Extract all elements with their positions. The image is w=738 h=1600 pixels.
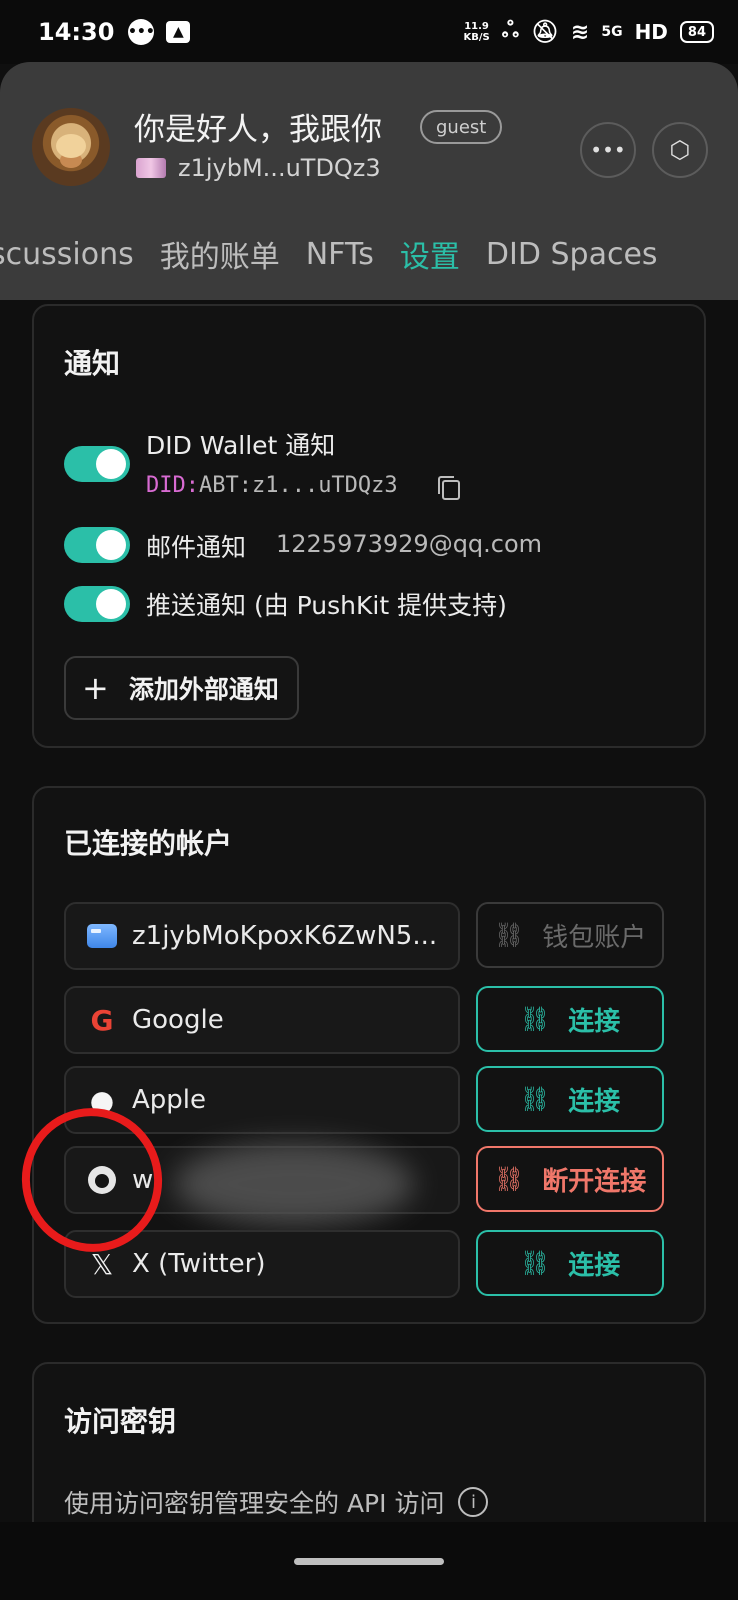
account-name: z1jybMoKpoxK6ZwN5... [132, 921, 438, 951]
x-icon: 𝕏 [90, 1247, 114, 1281]
wallet-icon [87, 924, 117, 948]
tab-did-spaces[interactable]: DID Spaces [486, 237, 658, 272]
status-time: 14:30 [38, 18, 115, 46]
email-toggle[interactable] [64, 527, 130, 563]
avatar[interactable] [32, 108, 110, 186]
disconnect-github-button[interactable]: ⛓ 断开连接 [476, 1146, 664, 1212]
email-label: 邮件通知 [146, 533, 247, 562]
redaction-blur [174, 1142, 414, 1226]
link-icon: ⛓ [519, 1249, 551, 1277]
access-keys-description: 使用访问密钥管理安全的 API 访问 i [64, 1484, 489, 1520]
chat-notification-icon: ••• [128, 19, 155, 45]
google-icon: G [90, 1003, 114, 1037]
account-name: Apple [132, 1085, 207, 1115]
account-name: X (Twitter) [132, 1249, 266, 1279]
hexagon-icon: ⬡ [669, 136, 691, 164]
link-icon: ⛓ [519, 1005, 551, 1033]
profile-name: 你是好人，我跟你 [134, 112, 382, 148]
signal-icon: 5G [601, 24, 623, 40]
email-address: 1225973929@qq.com [276, 530, 543, 558]
tab-settings[interactable]: 设置 [400, 232, 460, 276]
network-speed: 11.9 KB/S [463, 21, 490, 43]
did-wallet-toggle[interactable] [64, 446, 130, 482]
connect-x-button[interactable]: ⛓ 连接 [476, 1230, 664, 1296]
tab-nfts[interactable]: NFTs [306, 237, 374, 272]
account-row-google: G Google [64, 986, 460, 1054]
navigation-bar [0, 1522, 738, 1600]
more-button[interactable]: ••• [580, 122, 636, 178]
profile-did[interactable]: z1jybM...uTDQz3 [136, 154, 381, 182]
status-right: 11.9 KB/S ஃ 🔕︎ ≋ 5G HD 84 [463, 18, 714, 46]
connect-google-button[interactable]: ⛓ 连接 [476, 986, 664, 1052]
mute-icon: 🔕︎ [530, 19, 559, 45]
account-row-wallet: z1jybMoKpoxK6ZwN5... [64, 902, 460, 970]
link-icon: ⛓ [493, 1165, 525, 1193]
add-external-notification-button[interactable]: + 添加外部通知 [64, 656, 299, 720]
image-notification-icon: ▲ [166, 21, 191, 43]
settings-hex-button[interactable]: ⬡ [652, 122, 708, 178]
add-external-notification-label: 添加外部通知 [128, 675, 279, 704]
status-bar: 14:30 ••• ▲ 11.9 KB/S ஃ 🔕︎ ≋ 5G HD 84 [0, 0, 738, 64]
hd-icon: HD [634, 20, 668, 44]
wallet-account-button: ⛓ 钱包账户 [476, 902, 664, 968]
more-icon: ••• [590, 138, 626, 162]
did-address: DID:ABT:z1...uTDQz3 [146, 473, 398, 498]
notifications-title: 通知 [64, 347, 121, 380]
did-avatar-icon [136, 158, 166, 178]
access-keys-title: 访问密钥 [64, 1405, 177, 1438]
role-badge: guest [420, 110, 503, 144]
push-label: 推送通知 (由 PushKit 提供支持) [146, 591, 507, 620]
profile-did-text: z1jybM...uTDQz3 [178, 154, 381, 182]
wifi-icon: ≋ [570, 19, 590, 45]
profile-header: 你是好人，我跟你 guest z1jybM...uTDQz3 ••• ⬡ scu… [0, 62, 738, 300]
battery-icon: 84 [679, 21, 714, 43]
connected-accounts-title: 已连接的帐户 [64, 827, 233, 860]
tab-billing[interactable]: 我的账单 [160, 232, 280, 276]
connect-apple-button[interactable]: ⛓ 连接 [476, 1066, 664, 1132]
notifications-card: 通知 DID Wallet 通知 DID:ABT:z1...uTDQz3 邮件通… [32, 304, 706, 748]
did-wallet-label: DID Wallet 通知 [146, 431, 336, 460]
copy-icon[interactable] [438, 476, 460, 500]
tab-discussions[interactable]: scussions [0, 237, 134, 272]
link-icon: ⛓ [519, 1085, 551, 1113]
link-icon: ⛓ [493, 921, 525, 949]
info-icon[interactable]: i [458, 1487, 489, 1517]
push-toggle[interactable] [64, 586, 130, 622]
home-gesture-handle[interactable] [294, 1558, 444, 1565]
tab-bar: scussions 我的账单 NFTs 设置 DID Spaces [0, 230, 738, 278]
hotspot-icon: ஃ [501, 18, 519, 43]
connected-accounts-card: 已连接的帐户 z1jybMoKpoxK6ZwN5... ⛓ 钱包账户 G Goo… [32, 786, 706, 1324]
account-name: Google [132, 1005, 224, 1035]
plus-icon: + [82, 669, 109, 707]
